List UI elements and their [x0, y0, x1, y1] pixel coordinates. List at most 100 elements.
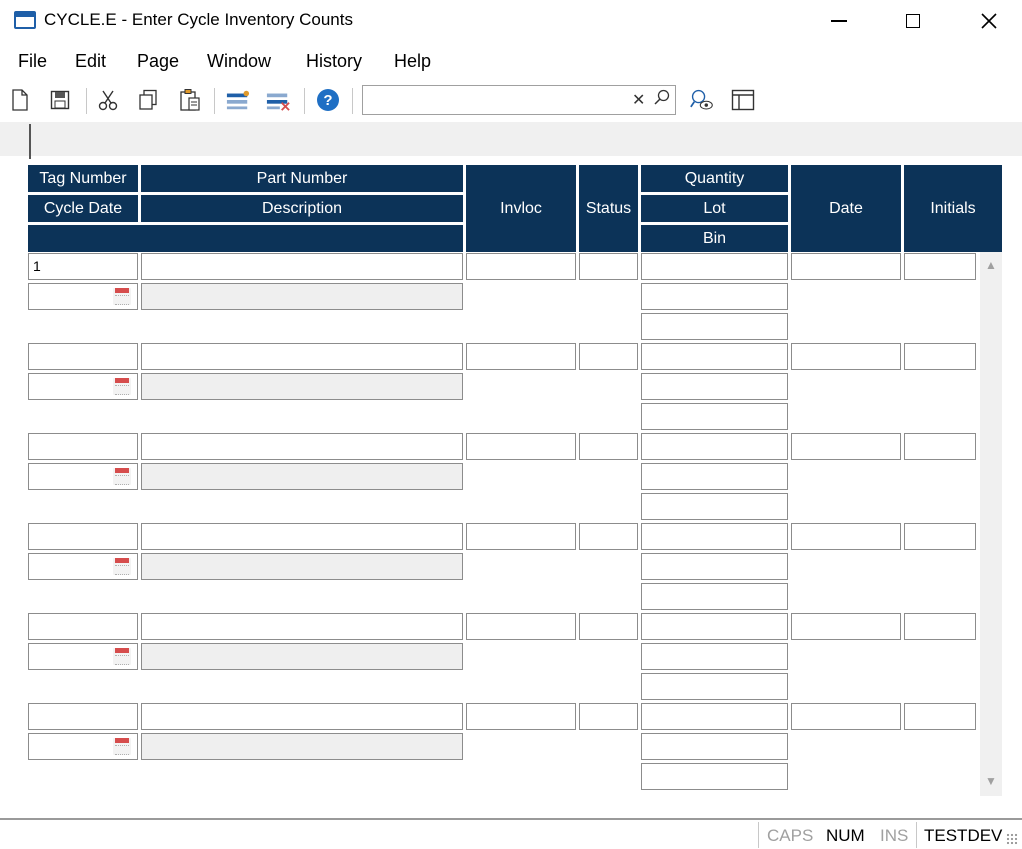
search-icon[interactable] [654, 89, 670, 110]
minimize-button[interactable] [816, 5, 862, 37]
cycle-date-field[interactable] [28, 463, 138, 490]
status-field[interactable] [579, 523, 638, 550]
invloc-field[interactable] [466, 613, 576, 640]
quantity-field[interactable] [641, 703, 788, 730]
quantity-field[interactable] [641, 433, 788, 460]
part-number-field[interactable] [141, 433, 463, 460]
cycle-date-field[interactable] [28, 553, 138, 580]
lot-field[interactable] [641, 553, 788, 580]
lot-field[interactable] [641, 463, 788, 490]
bin-field[interactable] [641, 763, 788, 790]
part-number-field[interactable] [141, 253, 463, 280]
scroll-up-arrow-icon[interactable]: ▲ [984, 258, 998, 272]
lot-field[interactable] [641, 283, 788, 310]
status-field[interactable] [579, 433, 638, 460]
cycle-date-field[interactable] [28, 373, 138, 400]
menu-file[interactable]: File [18, 51, 47, 72]
status-field[interactable] [579, 343, 638, 370]
quantity-field[interactable] [641, 253, 788, 280]
bin-field[interactable] [641, 673, 788, 700]
copy-button[interactable] [137, 88, 161, 112]
calendar-icon[interactable] [113, 738, 131, 755]
bin-field[interactable] [641, 313, 788, 340]
status-field[interactable] [579, 253, 638, 280]
menu-page[interactable]: Page [137, 51, 179, 72]
calendar-icon[interactable] [113, 468, 131, 485]
invloc-field[interactable] [466, 433, 576, 460]
part-number-field[interactable] [141, 343, 463, 370]
date-field[interactable] [791, 523, 901, 550]
initials-field[interactable] [904, 253, 976, 280]
description-field [141, 643, 463, 670]
maximize-button[interactable] [890, 5, 936, 37]
lot-field[interactable] [641, 643, 788, 670]
resize-grip-icon[interactable] [1006, 833, 1018, 845]
insert-row-button[interactable] [226, 88, 250, 112]
tag-number-field[interactable]: 1 [28, 253, 138, 280]
clear-search-icon[interactable]: ✕ [632, 90, 645, 110]
status-separator [758, 822, 759, 848]
status-bar: CAPS NUM INS TESTDEV [0, 818, 1022, 849]
invloc-field[interactable] [466, 253, 576, 280]
quantity-field[interactable] [641, 343, 788, 370]
status-field[interactable] [579, 703, 638, 730]
calendar-icon[interactable] [113, 288, 131, 305]
menu-window[interactable]: Window [207, 51, 271, 72]
calendar-icon[interactable] [113, 648, 131, 665]
quantity-field[interactable] [641, 523, 788, 550]
part-number-field[interactable] [141, 523, 463, 550]
date-field[interactable] [791, 253, 901, 280]
tag-number-field[interactable] [28, 433, 138, 460]
layout-button[interactable] [731, 88, 755, 112]
cycle-date-field[interactable] [28, 643, 138, 670]
initials-field[interactable] [904, 433, 976, 460]
calendar-icon[interactable] [113, 558, 131, 575]
cycle-date-field[interactable] [28, 733, 138, 760]
cut-button[interactable] [96, 88, 120, 112]
initials-field[interactable] [904, 613, 976, 640]
date-field[interactable] [791, 703, 901, 730]
tag-number-field[interactable] [28, 523, 138, 550]
part-number-field[interactable] [141, 703, 463, 730]
close-button[interactable] [966, 5, 1012, 37]
new-document-button[interactable] [8, 88, 32, 112]
calendar-icon[interactable] [113, 378, 131, 395]
copy-icon [139, 89, 157, 110]
help-button[interactable]: ? [316, 88, 340, 112]
date-field[interactable] [791, 433, 901, 460]
svg-text:?: ? [323, 92, 332, 109]
search-input[interactable] [362, 85, 676, 115]
quantity-field[interactable] [641, 613, 788, 640]
vertical-scrollbar[interactable] [980, 252, 1002, 796]
invloc-field[interactable] [466, 343, 576, 370]
bin-field[interactable] [641, 493, 788, 520]
scroll-down-arrow-icon[interactable]: ▼ [984, 774, 998, 788]
tag-number-field[interactable] [28, 613, 138, 640]
cycle-date-field[interactable] [28, 283, 138, 310]
tag-number-field[interactable] [28, 703, 138, 730]
paste-button[interactable] [178, 88, 202, 112]
invloc-field[interactable] [466, 703, 576, 730]
date-field[interactable] [791, 613, 901, 640]
initials-field[interactable] [904, 343, 976, 370]
date-field[interactable] [791, 343, 901, 370]
part-number-field[interactable] [141, 613, 463, 640]
menu-edit[interactable]: Edit [75, 51, 106, 72]
bin-field[interactable] [641, 403, 788, 430]
initials-field[interactable] [904, 703, 976, 730]
form-top-strip [0, 122, 1022, 156]
invloc-field[interactable] [466, 523, 576, 550]
initials-field[interactable] [904, 523, 976, 550]
tag-number-field[interactable] [28, 343, 138, 370]
header-invloc: Invloc [466, 165, 576, 252]
delete-row-button[interactable] [266, 88, 290, 112]
bin-field[interactable] [641, 583, 788, 610]
lookup-button[interactable] [690, 88, 714, 112]
lot-field[interactable] [641, 373, 788, 400]
lot-field[interactable] [641, 733, 788, 760]
save-button[interactable] [48, 88, 72, 112]
title-bar: CYCLE.E - Enter Cycle Inventory Counts [0, 0, 1022, 42]
menu-help[interactable]: Help [394, 51, 431, 72]
status-field[interactable] [579, 613, 638, 640]
menu-history[interactable]: History [306, 51, 362, 72]
